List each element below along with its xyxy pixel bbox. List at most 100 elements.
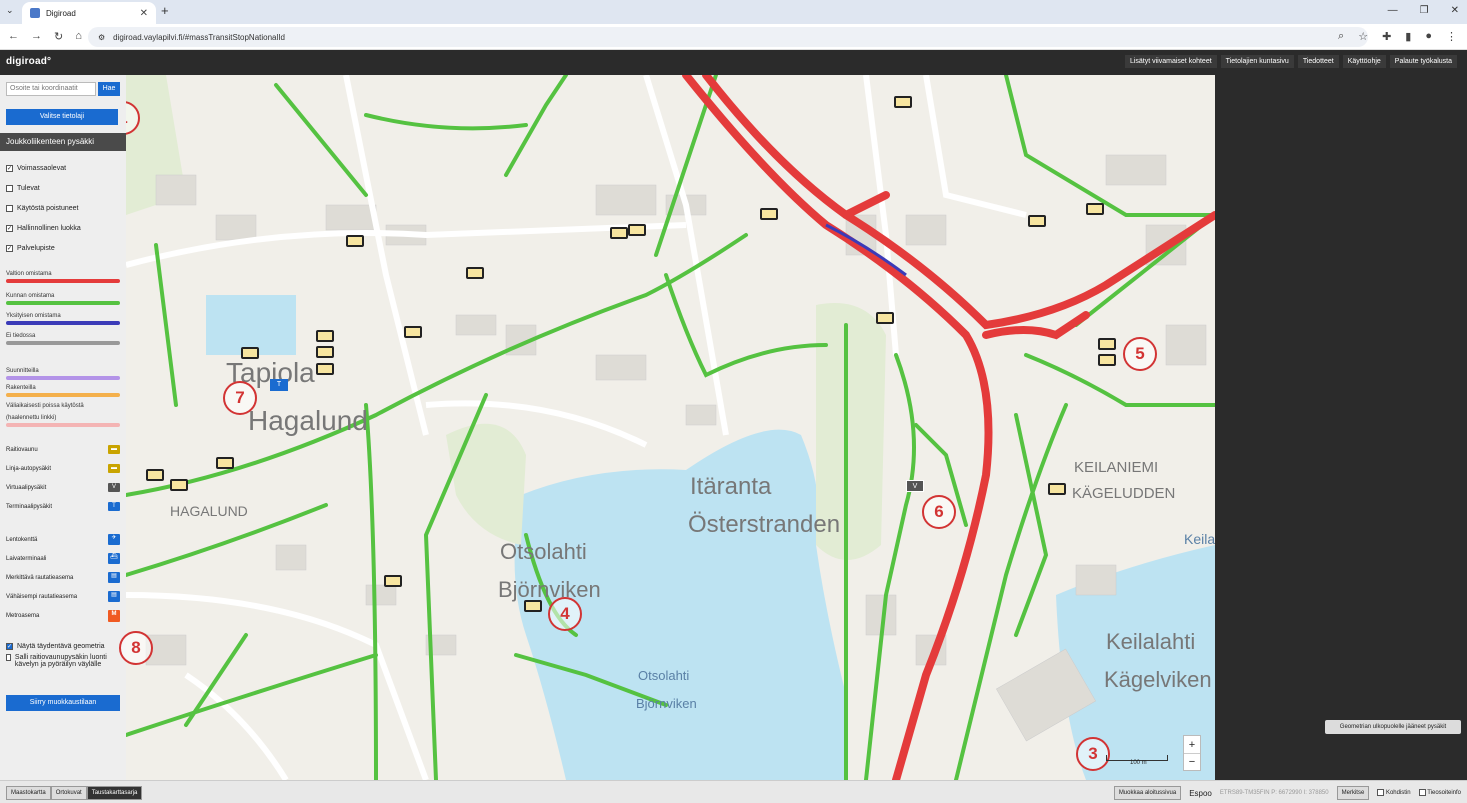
mark-button[interactable]: Merkitse [1336, 786, 1370, 800]
app-header: digiroad° Lisätyt viivamaiset kohteet Ti… [0, 50, 1467, 75]
virtual-stop-marker[interactable]: V [906, 480, 924, 492]
legend-ferry: Laivaterminaali ⛴ [6, 553, 120, 564]
bus-stop-marker[interactable] [524, 600, 542, 612]
place-label: Itäranta [690, 473, 772, 500]
bus-stop-marker[interactable] [466, 267, 484, 279]
bus-stop-marker[interactable] [170, 479, 188, 491]
road-info-toggle[interactable]: Tieosoiteinfo [1418, 789, 1461, 797]
checkbox-checked-icon[interactable]: ✓ [6, 245, 13, 252]
filter-current[interactable]: ✓ Voimassaolevat [6, 165, 66, 172]
place-label: Keilalahti [1106, 629, 1196, 654]
option-show-geometry[interactable]: ✓ Näytä täydentävä geometria [6, 643, 120, 650]
ferry-icon: ⛴ [108, 553, 120, 564]
forward-icon[interactable]: → [31, 30, 42, 43]
bg-background-map-button[interactable]: Taustakarttasarja [86, 786, 143, 800]
bus-stop-marker[interactable] [146, 469, 164, 481]
footer-bar: Maastokartta Ortokuvat Taustakarttasarja… [0, 780, 1467, 803]
checkbox-checked-icon[interactable]: ✓ [6, 165, 13, 172]
railway-minor-icon: ▤ [108, 591, 120, 602]
legend-tram: Raitiovaunu ▬ [6, 445, 120, 454]
bus-stop-marker[interactable] [1028, 215, 1046, 227]
bus-stop-marker[interactable] [316, 330, 334, 342]
back-icon[interactable]: ← [8, 30, 19, 43]
filter-service-point[interactable]: ✓ Palvelupiste [6, 245, 55, 252]
header-link-manual[interactable]: Käyttöohje [1342, 55, 1386, 68]
digiroad-logo: digiroad° [6, 56, 52, 67]
search-input[interactable]: Osoite tai koordinaatit [6, 82, 96, 96]
bus-stop-marker[interactable] [316, 363, 334, 375]
bus-stop-marker[interactable] [404, 326, 422, 338]
coordinates-readout: ETRS89-TM35FIN P: 6672990 I: 378850 [1219, 790, 1329, 796]
profile-icon[interactable]: ● [1425, 30, 1432, 43]
filter-future[interactable]: Tulevat [6, 185, 40, 192]
home-icon[interactable]: ⌂ [75, 30, 82, 43]
bus-stop-marker[interactable] [760, 208, 778, 220]
callout-marker: 5 [1123, 337, 1157, 371]
bus-stop-marker[interactable] [610, 227, 628, 239]
callout-marker: 7 [223, 381, 257, 415]
close-tab-icon[interactable]: ✕ [140, 8, 148, 19]
zoom-in-button[interactable]: + [1184, 736, 1200, 754]
checkbox-icon[interactable] [6, 185, 13, 192]
outside-geometry-stops-button[interactable]: Geometrian ulkopuolelle jääneet pysäkit [1325, 720, 1461, 734]
url-field[interactable]: ⚙ digiroad.vaylapilvi.fi/#massTransitSto… [88, 27, 1368, 47]
site-info-icon[interactable]: ⚙ [98, 33, 105, 42]
bus-stop-marker[interactable] [876, 312, 894, 324]
browser-tab[interactable]: Digiroad ✕ [22, 2, 156, 24]
checkbox-checked-icon[interactable]: ✓ [6, 643, 13, 650]
bus-stop-marker[interactable] [1048, 483, 1066, 495]
header-link-news[interactable]: Tiedotteet [1297, 55, 1339, 68]
extensions-icon[interactable]: ✚ [1382, 30, 1391, 43]
zoom-icon[interactable]: ⌕ [1338, 30, 1344, 43]
bus-stop-marker[interactable] [241, 347, 259, 359]
legend-municipal: Kunnan omistama [6, 293, 120, 305]
zoom-out-button[interactable]: − [1184, 754, 1200, 772]
edit-mode-button[interactable]: Siirry muokkaustilaan [6, 695, 120, 711]
restore-icon[interactable]: ❐ [1420, 5, 1429, 16]
target-toggle[interactable]: Kohdistin [1377, 789, 1411, 797]
tram-icon: ▬ [108, 445, 120, 454]
checkbox-checked-icon[interactable]: ✓ [6, 225, 13, 232]
terminal-stop-marker[interactable]: T [270, 379, 288, 391]
bus-stop-marker[interactable] [346, 235, 364, 247]
header-link-municipality[interactable]: Tietolajien kuntasivu [1220, 55, 1294, 68]
favicon-icon [30, 8, 40, 18]
header-link-added-features[interactable]: Lisätyt viivamaiset kohteet [1124, 55, 1217, 68]
search-button[interactable]: Hae [98, 82, 120, 96]
bg-ortho-button[interactable]: Ortokuvat [50, 786, 87, 800]
tab-title: Digiroad [46, 8, 76, 18]
new-tab-icon[interactable]: + [161, 3, 169, 18]
legend-planned: Suunnitteilla [6, 368, 120, 380]
bus-stop-marker[interactable] [1086, 203, 1104, 215]
filter-retired[interactable]: Käytöstä poistuneet [6, 205, 79, 212]
bus-stop-marker[interactable] [1098, 354, 1116, 366]
bookmark-star-icon[interactable]: ☆ [1358, 30, 1368, 43]
checkbox-icon[interactable] [6, 205, 13, 212]
minimize-icon[interactable]: — [1388, 5, 1398, 16]
bus-stop-marker[interactable] [384, 575, 402, 587]
sidepanel-icon[interactable]: ▮ [1405, 30, 1411, 43]
checkbox-icon[interactable] [6, 654, 11, 661]
bus-stop-marker[interactable] [1098, 338, 1116, 350]
bus-stop-marker[interactable] [216, 457, 234, 469]
edit-start-page-button[interactable]: Muokkaa aloitussivua [1113, 786, 1182, 800]
address-bar-row: ← → ↻ ⌂ ⚙ digiroad.vaylapilvi.fi/#massTr… [0, 24, 1467, 50]
bg-terrain-button[interactable]: Maastokartta [6, 786, 51, 800]
select-layer-button[interactable]: Valitse tietolaji [6, 109, 118, 125]
sidebar: Osoite tai koordinaatit Hae Valitse tiet… [0, 75, 126, 780]
bus-stop-marker[interactable] [894, 96, 912, 108]
close-window-icon[interactable]: ✕ [1451, 5, 1459, 16]
browser-tabbar: ⌄ Digiroad ✕ + — ❐ ✕ [0, 0, 1467, 24]
filter-admin-class[interactable]: ✓ Hallinnollinen luokka [6, 225, 81, 232]
menu-icon[interactable]: ⋮ [1446, 30, 1457, 43]
callout-marker: 3 [1076, 737, 1110, 771]
map-canvas[interactable]: Tapiola Hagalund HAGALUND Itäranta Öster… [126, 75, 1215, 780]
option-allow-tram-stop[interactable]: Salli raitiovaunupysäkin luonti kävelyn … [6, 654, 120, 668]
place-label: KEILANIEMI [1074, 459, 1159, 476]
header-link-feedback[interactable]: Palaute työkalusta [1389, 55, 1457, 68]
bus-stop-marker[interactable] [628, 224, 646, 236]
bus-stop-marker[interactable] [316, 346, 334, 358]
legend-metro: Metroasema M [6, 610, 120, 622]
tab-search-icon[interactable]: ⌄ [6, 5, 14, 16]
reload-icon[interactable]: ↻ [54, 30, 63, 43]
